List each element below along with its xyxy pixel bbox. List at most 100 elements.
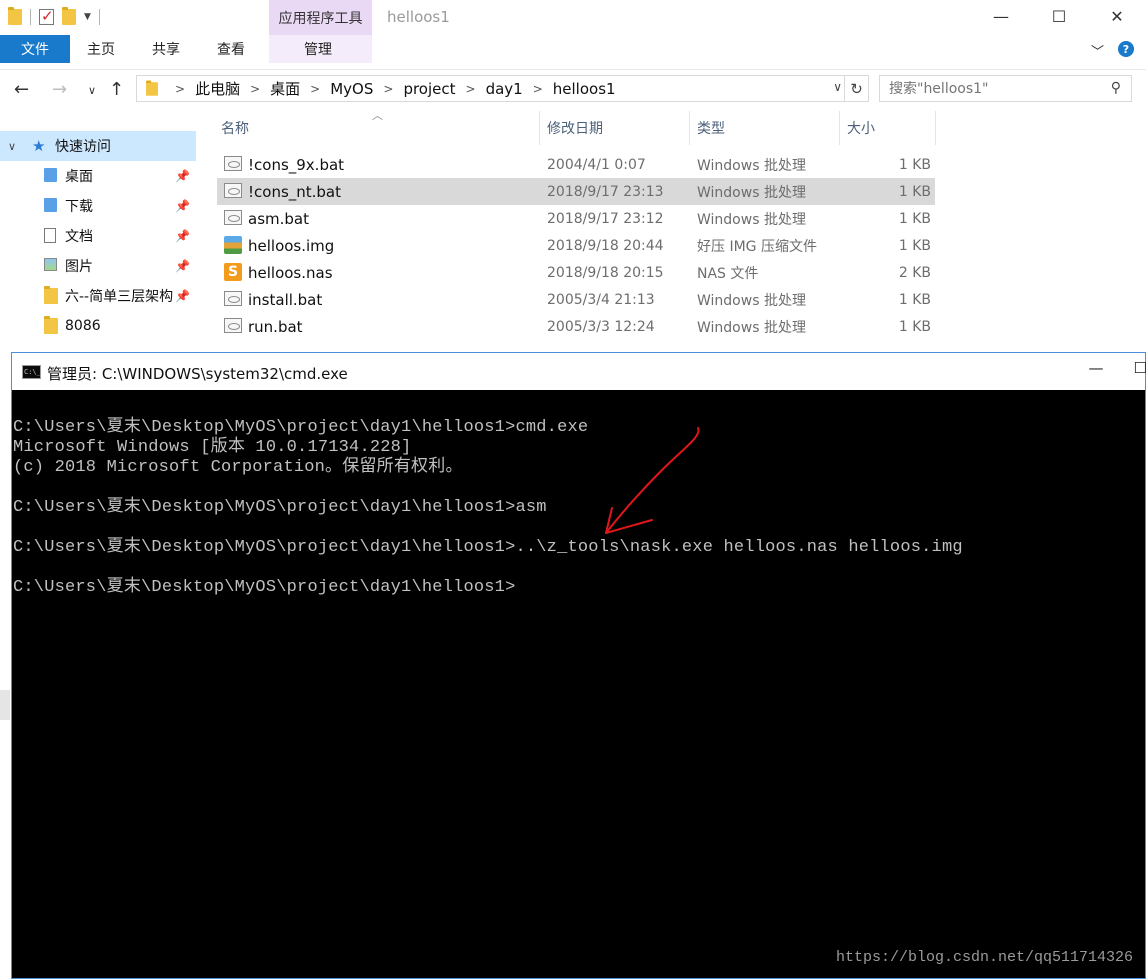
chevron-right-icon[interactable]: > — [169, 82, 191, 96]
refresh-icon[interactable]: ↻ — [844, 76, 868, 101]
breadcrumb-item[interactable]: MyOS — [326, 80, 377, 98]
command-prompt-window: C:\_ 管理员: C:\WINDOWS\system32\cmd.exe — … — [11, 352, 1146, 979]
file-size: 1 KB — [898, 237, 931, 254]
file-name: helloos.img — [248, 236, 335, 255]
file-name: asm.bat — [248, 209, 309, 228]
column-header-name[interactable]: 名称 — [221, 111, 249, 145]
folder-icon — [8, 7, 22, 25]
column-divider[interactable] — [839, 111, 840, 145]
nav-item-label: 六--简单三层架构 — [65, 289, 174, 305]
pin-icon[interactable]: 📌 — [175, 289, 190, 303]
new-folder-icon[interactable] — [62, 7, 76, 25]
nav-quick-access[interactable]: ∨ ★ 快速访问 — [0, 131, 196, 161]
pin-icon[interactable]: 📌 — [175, 229, 190, 243]
red-arrow-annotation — [605, 427, 700, 534]
maximize-button[interactable]: ☐ — [1030, 0, 1088, 32]
batch-file-icon — [224, 291, 242, 306]
search-input[interactable] — [889, 80, 1099, 97]
minimize-button[interactable]: — — [1089, 359, 1104, 377]
batch-file-icon — [224, 183, 242, 198]
expand-ribbon-icon[interactable]: ﹀ — [1091, 41, 1104, 60]
close-button[interactable]: ✕ — [1088, 0, 1146, 32]
nav-item-documents[interactable]: 文档 📌 — [0, 221, 196, 251]
file-name: install.bat — [248, 290, 323, 309]
chevron-right-icon[interactable]: > — [527, 82, 549, 96]
column-divider[interactable] — [539, 111, 540, 145]
chevron-right-icon[interactable]: > — [244, 82, 266, 96]
ribbon-tabs: 文件 主页 共享 查看 管理 ﹀ ? — [0, 35, 1146, 63]
file-type: 好压 IMG 压缩文件 — [697, 238, 817, 255]
recent-locations-icon[interactable]: ∨ — [88, 84, 96, 97]
nav-item-downloads[interactable]: 下载 📌 — [0, 191, 196, 221]
back-arrow-icon[interactable]: ← — [14, 79, 29, 100]
column-header-size[interactable]: 大小 — [847, 111, 875, 145]
nav-item-label: 图片 — [65, 259, 93, 275]
batch-file-icon — [224, 318, 242, 333]
tab-file[interactable]: 文件 — [0, 35, 70, 63]
column-header-type[interactable]: 类型 — [697, 111, 725, 145]
file-row[interactable]: helloos.img 2018/9/18 20:44 好压 IMG 压缩文件 … — [217, 232, 935, 259]
file-modified: 2018/9/17 23:13 — [547, 183, 664, 200]
column-divider[interactable] — [935, 111, 936, 145]
toolbar-divider — [30, 9, 31, 25]
file-row[interactable]: run.bat 2005/3/3 12:24 Windows 批处理 1 KB — [217, 313, 935, 340]
chevron-right-icon[interactable]: > — [460, 82, 482, 96]
chevron-right-icon[interactable]: > — [377, 82, 399, 96]
address-row: ← → ∨ ↑ > 此电脑 > 桌面 > MyOS > project > da… — [0, 69, 1146, 107]
file-row[interactable]: S helloos.nas 2018/9/18 20:15 NAS 文件 2 K… — [217, 259, 935, 286]
customize-toolbar-icon[interactable]: ▼ — [84, 12, 91, 22]
chevron-down-icon[interactable]: ∨ — [833, 80, 842, 94]
column-divider[interactable] — [689, 111, 690, 145]
search-icon[interactable]: ⚲ — [1111, 80, 1121, 96]
column-header-modified[interactable]: 修改日期 — [547, 111, 603, 145]
pin-icon[interactable]: 📌 — [175, 259, 190, 273]
file-size: 1 KB — [898, 183, 931, 200]
breadcrumb-item[interactable]: 此电脑 — [191, 78, 244, 99]
scrollbar[interactable] — [0, 690, 10, 720]
maximize-button[interactable]: ☐ — [1134, 359, 1146, 377]
pin-icon[interactable]: 📌 — [175, 169, 190, 183]
picture-icon — [44, 258, 57, 271]
file-type: Windows 批处理 — [697, 319, 806, 336]
star-icon: ★ — [32, 137, 46, 155]
file-row[interactable]: install.bat 2005/3/4 21:13 Windows 批处理 1… — [217, 286, 935, 313]
nav-item-desktop[interactable]: 桌面 📌 — [0, 161, 196, 191]
tab-view[interactable]: 查看 — [217, 35, 245, 63]
chevron-right-icon[interactable]: > — [304, 82, 326, 96]
file-type: Windows 批处理 — [697, 211, 806, 228]
nav-item-label: 文档 — [65, 229, 93, 245]
breadcrumb: > 此电脑 > 桌面 > MyOS > project > day1 > hel… — [137, 76, 620, 101]
file-name: helloos.nas — [248, 263, 333, 282]
search-box: ⚲ — [879, 75, 1132, 102]
file-row[interactable]: asm.bat 2018/9/17 23:12 Windows 批处理 1 KB — [217, 205, 935, 232]
breadcrumb-item[interactable]: helloos1 — [549, 80, 620, 98]
cmd-console[interactable]: C:\Users\夏末\Desktop\MyOS\project\day1\he… — [12, 390, 1145, 978]
properties-icon[interactable] — [39, 7, 54, 25]
nav-item-folder[interactable]: 六--简单三层架构 📌 — [0, 281, 196, 311]
window-controls: — ☐ ✕ — [972, 0, 1146, 32]
address-bar[interactable]: > 此电脑 > 桌面 > MyOS > project > day1 > hel… — [136, 75, 869, 102]
file-modified: 2005/3/4 21:13 — [547, 291, 655, 308]
tab-home[interactable]: 主页 — [87, 35, 115, 63]
breadcrumb-item[interactable]: project — [399, 80, 459, 98]
sort-ascending-icon: ︿ — [372, 109, 383, 122]
up-arrow-icon[interactable]: ↑ — [109, 79, 124, 100]
nav-item-8086[interactable]: 8086 — [0, 311, 196, 341]
toolbar-divider — [98, 9, 100, 25]
minimize-button[interactable]: — — [972, 0, 1030, 32]
breadcrumb-item[interactable]: day1 — [482, 80, 527, 98]
tab-share[interactable]: 共享 — [152, 35, 180, 63]
file-row[interactable]: !cons_9x.bat 2004/4/1 0:07 Windows 批处理 1… — [217, 151, 935, 178]
desktop-folder-icon — [44, 168, 57, 182]
folder-icon — [146, 79, 158, 96]
tab-manage[interactable]: 管理 — [304, 35, 332, 63]
nav-item-pictures[interactable]: 图片 📌 — [0, 251, 196, 281]
breadcrumb-item[interactable]: 桌面 — [266, 78, 304, 99]
folder-icon — [44, 286, 58, 304]
file-row[interactable]: !cons_nt.bat 2018/9/17 23:13 Windows 批处理… — [217, 178, 935, 205]
pin-icon[interactable]: 📌 — [175, 199, 190, 213]
forward-arrow-icon[interactable]: → — [52, 79, 67, 100]
nav-item-label: 8086 — [65, 318, 101, 334]
chevron-down-icon[interactable]: ∨ — [8, 140, 16, 153]
help-icon[interactable]: ? — [1118, 41, 1134, 57]
